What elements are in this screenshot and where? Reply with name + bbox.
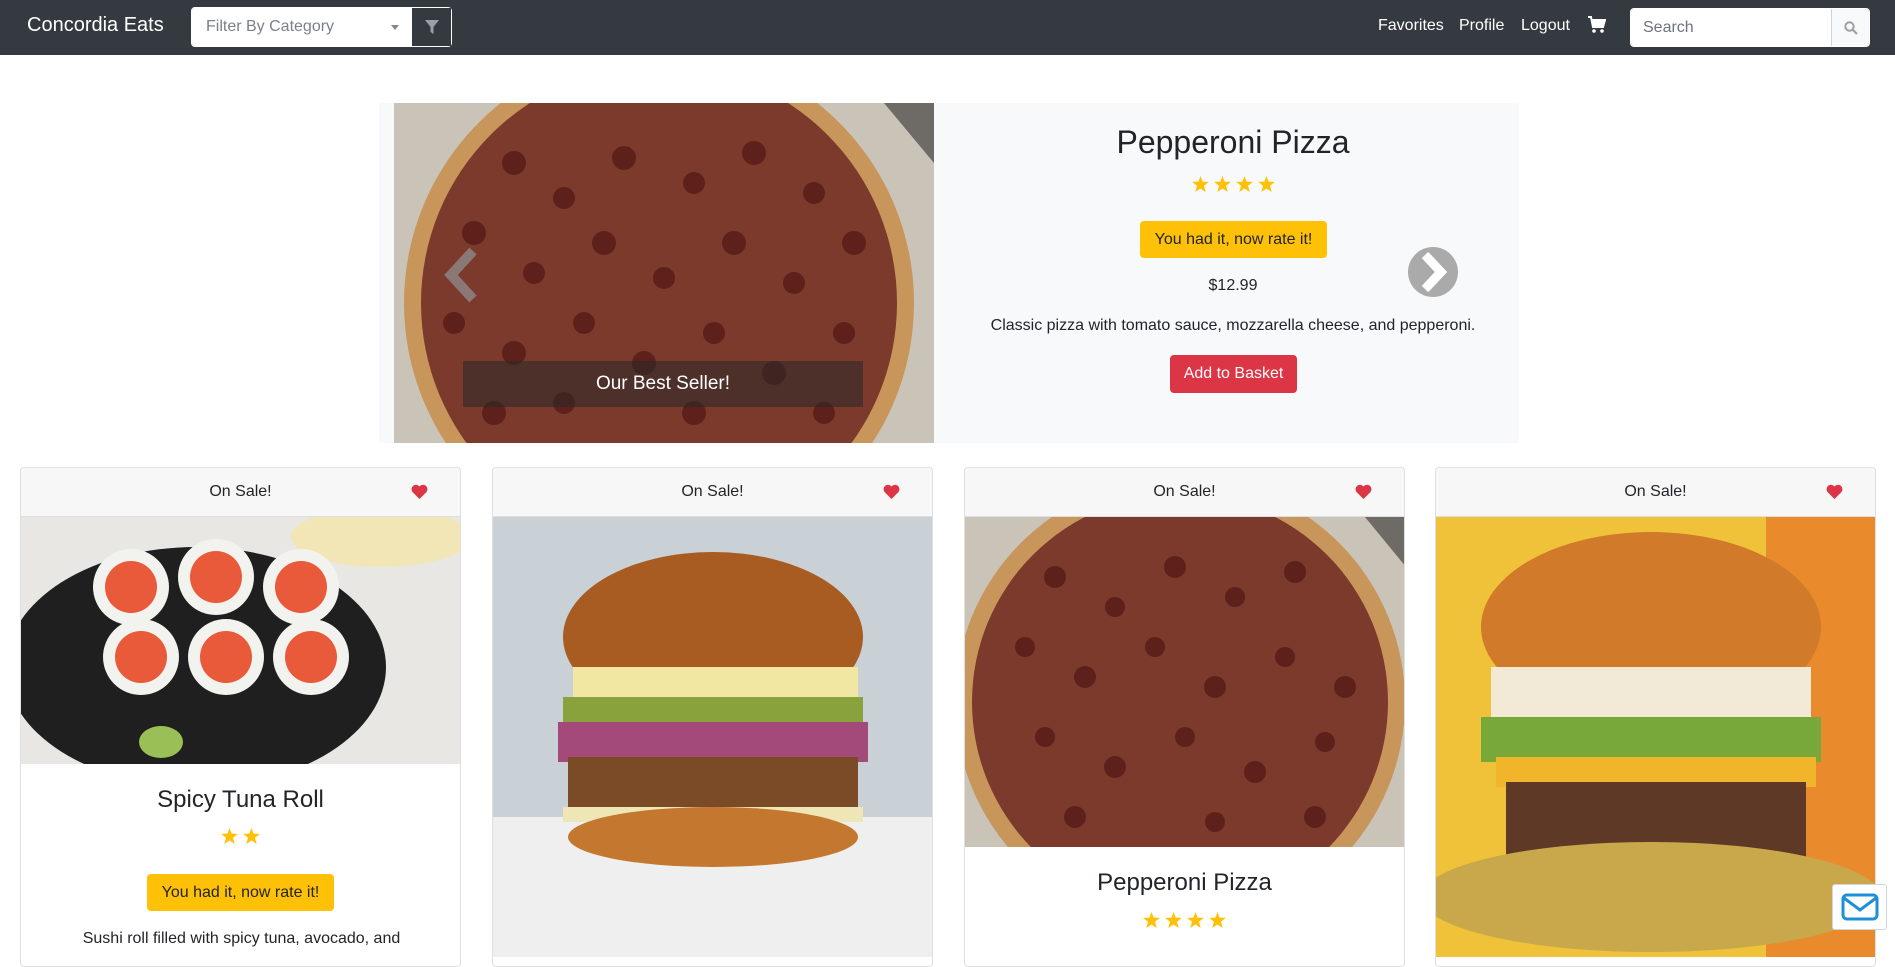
filter-icon: [424, 19, 439, 34]
spicy-tuna-roll-image: [21, 517, 460, 764]
cart-icon[interactable]: [1588, 16, 1606, 34]
category-select[interactable]: Filter By Category: [192, 8, 412, 46]
star-icon: [1209, 912, 1226, 928]
nav-link-profile[interactable]: Profile: [1459, 17, 1504, 35]
card-rate-button[interactable]: You had it, now rate it!: [147, 874, 334, 911]
star-icon: [1165, 912, 1182, 928]
heart-icon[interactable]: [883, 484, 900, 499]
card-title: Spicy Tuna Roll: [157, 786, 324, 813]
heart-icon[interactable]: [411, 484, 428, 499]
menu-card-pepperoni-pizza[interactable]: On Sale! Pepperoni Pizza: [964, 467, 1405, 967]
star-icon: [1257, 176, 1275, 192]
card-header: On Sale!: [965, 468, 1404, 517]
carousel-prev-icon[interactable]: [443, 247, 483, 303]
featured-description: Classic pizza with tomato sauce, mozzare…: [990, 317, 1476, 334]
featured-price: $12.99: [1208, 277, 1258, 294]
category-filter: Filter By Category: [191, 7, 452, 47]
sale-badge: On Sale!: [1624, 483, 1687, 500]
featured-item-title: Pepperoni Pizza: [1116, 124, 1350, 160]
star-icon: [1187, 912, 1204, 928]
cheeseburger-image: [1436, 517, 1875, 957]
sale-badge: On Sale!: [1153, 483, 1216, 500]
search-button[interactable]: [1831, 9, 1869, 46]
star-icon: [1191, 176, 1209, 192]
search-icon: [1843, 20, 1858, 35]
chevron-down-icon: [391, 25, 400, 30]
heart-icon[interactable]: [1826, 484, 1843, 499]
star-icon: [243, 828, 260, 844]
carousel-caption: Our Best Seller!: [463, 361, 863, 407]
navbar: Concordia Eats Filter By Category Favori…: [0, 0, 1895, 55]
nav-link-logout[interactable]: Logout: [1521, 17, 1570, 35]
search-group: [1630, 8, 1870, 47]
pepperoni-pizza-image: [965, 517, 1404, 847]
nav-link-favorites[interactable]: Favorites: [1378, 17, 1444, 35]
card-header: On Sale!: [21, 468, 460, 517]
card-rating: [965, 912, 1404, 928]
featured-rating: [1033, 176, 1433, 192]
star-icon: [1143, 912, 1160, 928]
add-to-basket-button[interactable]: Add to Basket: [1170, 355, 1297, 393]
card-title: Pepperoni Pizza: [1097, 869, 1272, 896]
burger-image: [493, 517, 932, 957]
menu-card-burger[interactable]: On Sale!: [492, 467, 933, 967]
contact-button[interactable]: [1832, 884, 1887, 930]
star-icon: [221, 828, 238, 844]
card-header: On Sale!: [493, 468, 932, 517]
search-input[interactable]: [1631, 9, 1831, 46]
card-header: On Sale!: [1436, 468, 1875, 517]
category-select-placeholder: Filter By Category: [206, 18, 335, 35]
star-icon: [1213, 176, 1231, 192]
envelope-icon: [1841, 893, 1878, 921]
sale-badge: On Sale!: [681, 483, 744, 500]
card-rating: [21, 828, 460, 844]
filter-button[interactable]: [411, 8, 451, 46]
featured-rate-button[interactable]: You had it, now rate it!: [1140, 221, 1327, 258]
sale-badge: On Sale!: [209, 483, 272, 500]
menu-card-spicy-tuna-roll[interactable]: On Sale! Spicy Tuna Roll You had it, now…: [20, 467, 461, 967]
star-icon: [1235, 176, 1253, 192]
heart-icon[interactable]: [1355, 484, 1372, 499]
brand-logo[interactable]: Concordia Eats: [27, 14, 164, 37]
menu-card-cheeseburger[interactable]: On Sale!: [1435, 467, 1876, 967]
card-description: Sushi roll filled with spicy tuna, avoca…: [82, 930, 401, 947]
